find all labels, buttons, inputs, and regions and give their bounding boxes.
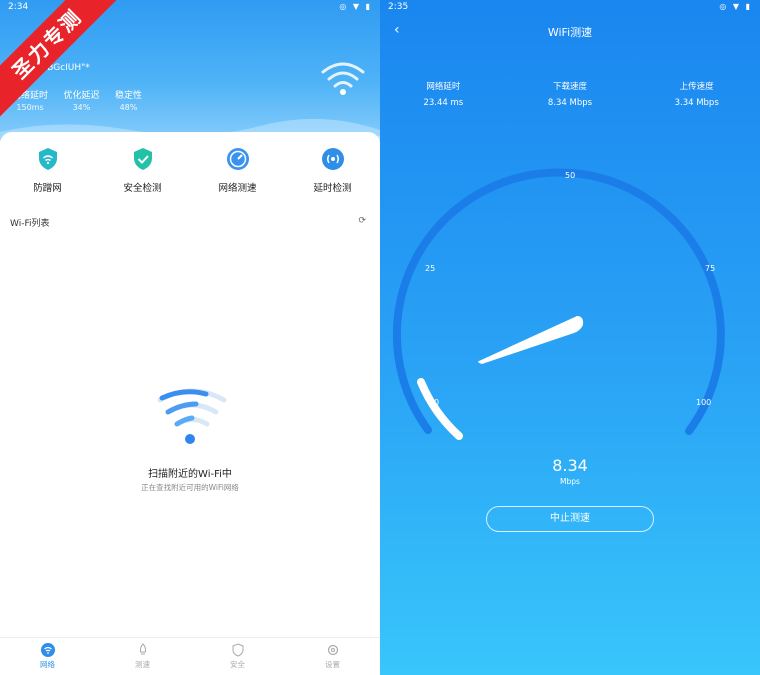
status-bar: 2:35 ◎ ▼ ▮: [380, 0, 760, 14]
speed-metrics: 网络延时 23.44 ms 下载速度 8.34 Mbps 上传速度 3.34 M…: [380, 80, 760, 108]
speed-gauge: 0 25 50 75 100: [392, 168, 725, 440]
metric-value: 3.34 Mbps: [674, 98, 719, 108]
bottom-tab-bar: 网络 测速 安全 设置: [0, 637, 380, 675]
scan-title: 扫描附近的Wi-Fi中: [148, 469, 232, 480]
feature-speedtest[interactable]: 网络测速: [190, 146, 285, 196]
rocket-icon: [136, 643, 150, 657]
scanning-wifi-icon: [157, 388, 227, 444]
metric-label: 下载速度: [553, 82, 588, 92]
page-title: WiFi测速: [547, 26, 593, 39]
wifi-list-title: Wi-Fi列表: [10, 219, 50, 229]
status-icons: ◎ ▼ ▮: [719, 2, 752, 11]
metric-latency: 网络延时 23.44 ms: [380, 80, 507, 108]
signal-icon: [320, 146, 346, 172]
shield-icon: [231, 643, 245, 657]
current-speed: 8.34: [552, 456, 588, 475]
tab-label: 设置: [325, 660, 340, 669]
feature-label: 延时检测: [313, 183, 352, 194]
gauge-tick-label: 0: [434, 398, 439, 407]
wifi-home-screen: 2:34 ◎ ▼ ▮ ...n-BGcIUH"* 网络延时 150ms 优化延迟…: [0, 0, 380, 675]
content-card: 防蹭网 安全检测 网络测速 延时检测 Wi-Fi列表 ⟳ 扫描附近的Wi-Fi中…: [0, 132, 380, 637]
status-time: 2:35: [388, 2, 409, 12]
gauge-tick-label: 75: [705, 264, 715, 273]
feature-label: 防蹭网: [33, 183, 62, 194]
status-icons: ◎ ▼ ▮: [339, 2, 372, 11]
tab-label: 网络: [40, 660, 55, 669]
metric-download: 下载速度 8.34 Mbps: [507, 80, 634, 108]
scan-subtitle: 正在查找附近可用的WiFi网络: [141, 483, 239, 492]
metric-value: 23.44 ms: [423, 98, 464, 108]
feature-label: 网络测速: [218, 183, 257, 194]
speedtest-screen: 2:35 ◎ ▼ ▮ ‹ WiFi测速 网络延时 23.44 ms 下载速度 8…: [380, 0, 760, 675]
gauge-needle: [478, 316, 584, 364]
network-stats: 网络延时 150ms 优化延迟 34% 稳定性 48%: [12, 88, 142, 112]
speed-unit: Mbps: [560, 477, 580, 486]
gauge-track: [392, 168, 725, 435]
stat-label: 稳定性: [114, 91, 142, 101]
stat-label: 优化延迟: [63, 91, 100, 101]
metric-label: 网络延时: [426, 82, 461, 92]
feature-anti-rub[interactable]: 防蹭网: [0, 146, 95, 196]
wifi-signal-icon: [321, 62, 365, 95]
refresh-icon[interactable]: ⟳: [358, 216, 366, 226]
feature-latency[interactable]: 延时检测: [285, 146, 380, 196]
gauge-tick-label: 100: [696, 398, 711, 407]
tab-label: 测速: [135, 660, 150, 669]
gear-icon: [326, 643, 340, 657]
tab-security[interactable]: 安全: [190, 638, 285, 675]
tab-speed[interactable]: 测速: [95, 638, 190, 675]
metric-value: 8.34 Mbps: [547, 98, 593, 108]
speedometer-icon: [225, 146, 251, 172]
status-time: 2:34: [8, 2, 29, 12]
tab-label: 安全: [230, 660, 245, 669]
shield-check-icon: [130, 146, 156, 172]
feature-label: 安全检测: [123, 183, 162, 194]
gauge-tick-label: 25: [425, 264, 435, 273]
metric-label: 上传速度: [679, 82, 714, 92]
feature-row: 防蹭网 安全检测 网络测速 延时检测: [0, 146, 380, 196]
stop-test-button[interactable]: 中止测速: [486, 506, 654, 532]
wifi-icon: [40, 643, 55, 657]
tab-network[interactable]: 网络: [0, 638, 95, 675]
stat-stability: 稳定性 48%: [115, 88, 142, 112]
gauge-tick-label: 50: [565, 171, 575, 180]
metric-upload: 上传速度 3.34 Mbps: [633, 80, 760, 108]
tab-settings[interactable]: 设置: [285, 638, 380, 675]
stat-optimize: 优化延迟 34%: [63, 88, 99, 112]
feature-security[interactable]: 安全检测: [95, 146, 190, 196]
shield-wifi-icon: [35, 146, 61, 172]
